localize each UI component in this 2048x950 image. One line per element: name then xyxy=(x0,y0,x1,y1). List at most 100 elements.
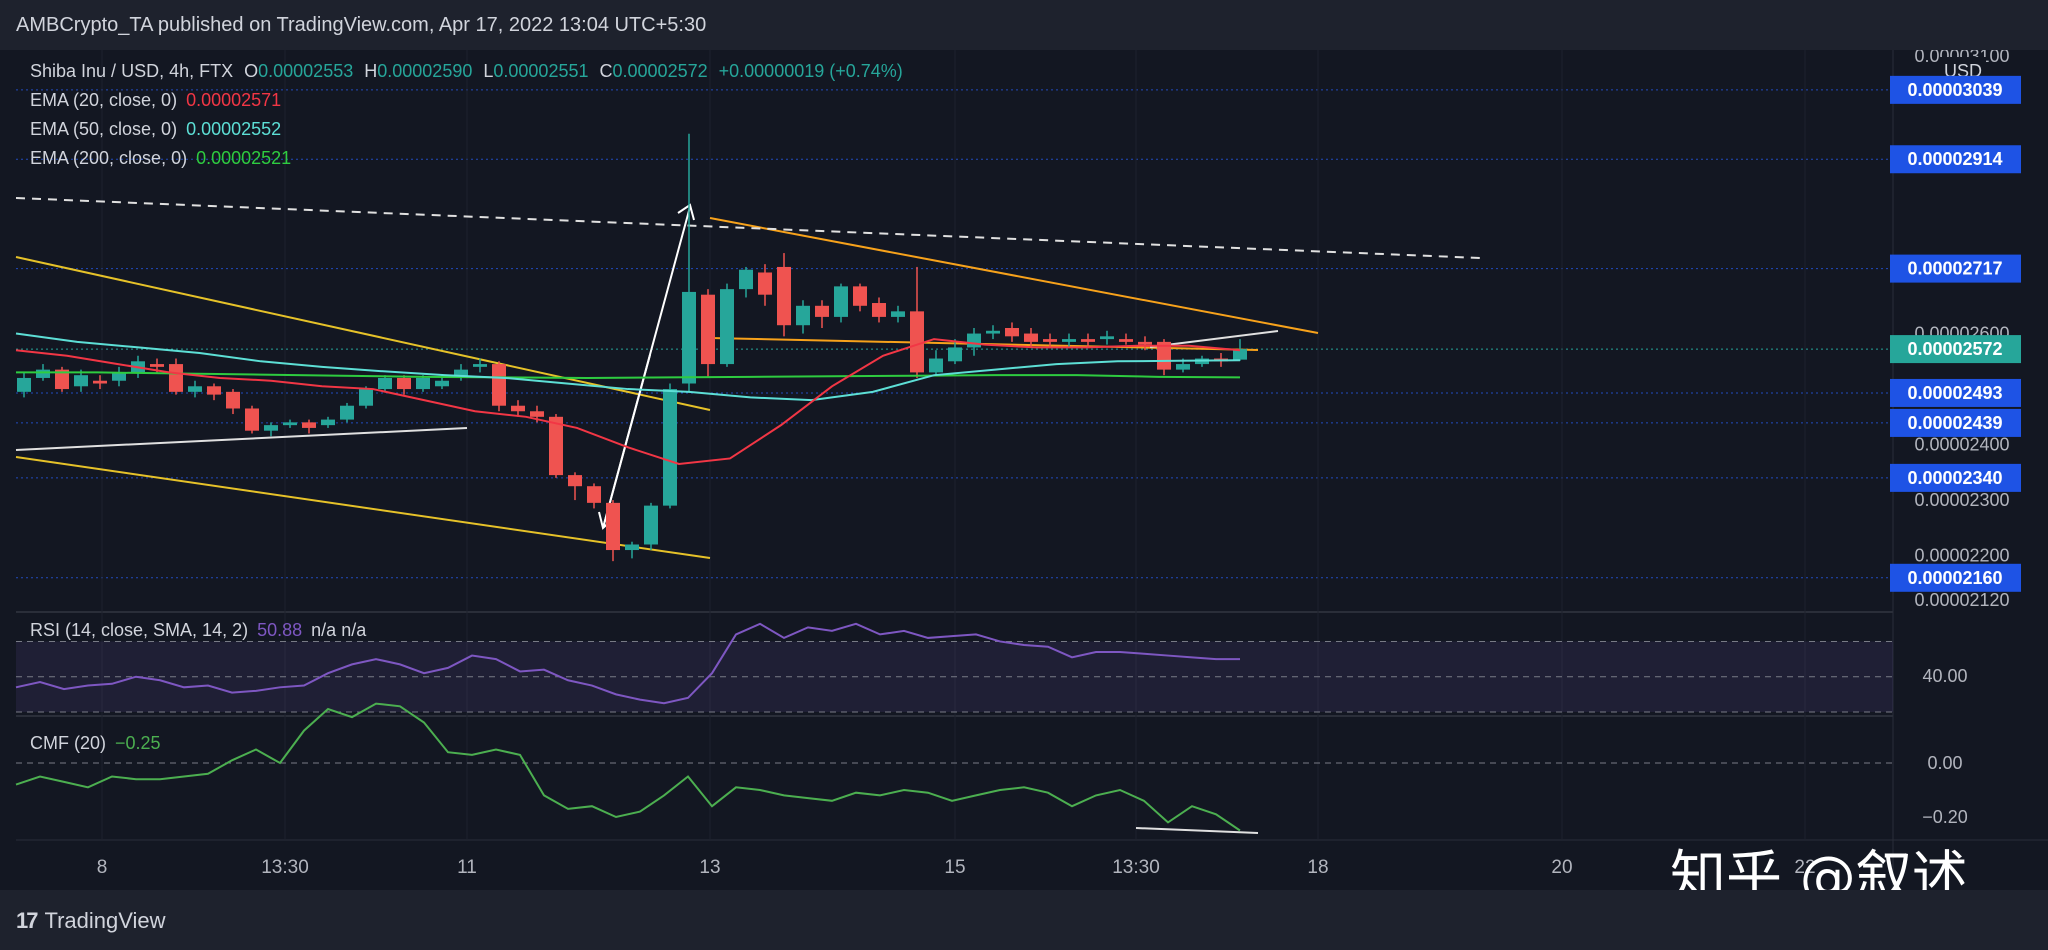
price-badge-label: 0.00002914 xyxy=(1907,149,2002,169)
candle-up xyxy=(321,419,335,426)
trendlines xyxy=(15,197,1481,834)
time-tick-label: 11 xyxy=(457,857,477,878)
rsi-extra: n/a n/a xyxy=(311,620,367,640)
rsi-tick-label: 40.00 xyxy=(1922,666,1967,686)
candle-down xyxy=(492,364,506,406)
price-badge-label: 0.00002493 xyxy=(1907,383,2002,403)
footer-bar: 17 TradingView xyxy=(0,890,2048,950)
time-tick-label: 13:30 xyxy=(261,857,309,878)
candle-up xyxy=(834,286,848,317)
time-tick-label: 8 xyxy=(97,857,108,878)
candle-up xyxy=(340,405,354,420)
close-value: 0.00002572 xyxy=(612,61,708,81)
candle-up xyxy=(359,389,373,406)
price-tick-label: 0.00002400 xyxy=(1914,435,2009,455)
candle-down xyxy=(397,377,411,390)
price-axis[interactable]: 0.000031000.000026000.000024000.00002300… xyxy=(1890,50,2021,610)
candle-down xyxy=(777,266,791,326)
candle-down xyxy=(302,422,316,428)
price-badge-label: 0.00002717 xyxy=(1907,259,2002,279)
publisher-header: AMBCrypto_TA published on TradingView.co… xyxy=(0,0,2048,50)
time-tick-label: 13 xyxy=(699,857,720,878)
arrow-head xyxy=(677,203,695,221)
rsi-label: RSI (14, close, SMA, 14, 2) xyxy=(30,620,249,640)
candle-down xyxy=(587,486,601,503)
candle-down xyxy=(910,311,924,373)
candle-up xyxy=(891,311,905,317)
price-chart[interactable]: 40.000.00−0.20 0.000031000.000026000.000… xyxy=(0,50,2048,890)
candle-up xyxy=(1100,336,1114,340)
candle-down xyxy=(872,303,886,317)
ema50-value: 0.00002552 xyxy=(186,119,282,139)
candle-down xyxy=(815,305,829,317)
cmf-tick-label: −0.20 xyxy=(1922,807,1968,827)
symbol-name: Shiba Inu / USD, 4h, FTX xyxy=(30,61,234,81)
ema50-label: EMA (50, close, 0) xyxy=(30,119,178,139)
time-tick-label: 15 xyxy=(944,857,965,878)
candle-down xyxy=(853,286,867,306)
tradingview-logo-icon: 17 xyxy=(16,908,39,933)
ema200-legend[interactable]: EMA (200, close, 0) 0.00002521 xyxy=(30,148,291,169)
candle-down xyxy=(606,502,620,551)
candle-up xyxy=(378,377,392,390)
time-tick-label: 13:30 xyxy=(1112,857,1160,878)
candle-up xyxy=(948,347,962,362)
candle-up xyxy=(74,375,88,387)
price-tick-label: 0.00002300 xyxy=(1914,490,2009,510)
chart-grid xyxy=(16,50,2048,890)
indicator-panes: 40.00 0.00 −0.20 xyxy=(15,622,1968,832)
candle-down xyxy=(226,391,240,409)
candle-up xyxy=(929,358,943,373)
ema20-line xyxy=(15,338,1241,466)
candle-down xyxy=(245,408,259,431)
candle-down xyxy=(530,411,544,417)
trendline xyxy=(15,456,711,559)
price-tick-label: 0.00002120 xyxy=(1914,590,2009,610)
candle-down xyxy=(1005,328,1019,337)
candle-down xyxy=(1138,341,1152,345)
cmf-legend[interactable]: CMF (20) −0.25 xyxy=(30,733,161,754)
cmf-line xyxy=(15,702,1241,832)
open-value: 0.00002553 xyxy=(258,61,354,81)
time-axis[interactable]: 8 13:30 11 13 15 13:30 18 20 22 xyxy=(97,857,1816,878)
price-badge-label: 0.00002439 xyxy=(1907,413,2002,433)
candle-down xyxy=(169,364,183,392)
cmf-value: −0.25 xyxy=(115,733,161,753)
ema50-legend[interactable]: EMA (50, close, 0) 0.00002552 xyxy=(30,119,281,140)
price-badge-label: 0.00002340 xyxy=(1907,468,2002,488)
ema20-value: 0.00002571 xyxy=(186,90,282,110)
candle-up xyxy=(986,330,1000,334)
trendline xyxy=(15,427,468,451)
ema200-label: EMA (200, close, 0) xyxy=(30,148,188,168)
candle-down xyxy=(568,475,582,487)
last-price-label: 0.00002572 xyxy=(1907,339,2002,359)
candle-down xyxy=(1024,333,1038,342)
tradingview-brand: TradingView xyxy=(44,908,166,933)
tradingview-logo[interactable]: 17 TradingView xyxy=(16,908,166,934)
candle-up xyxy=(435,380,449,387)
cmf-label: CMF (20) xyxy=(30,733,106,753)
candle-down xyxy=(207,386,221,395)
candle-up xyxy=(1062,339,1076,342)
publisher-text: AMBCrypto_TA published on TradingView.co… xyxy=(16,14,707,36)
candle-down xyxy=(701,294,715,365)
candle-up xyxy=(416,377,430,390)
resistance-dashed-line xyxy=(15,197,1481,259)
candle-up xyxy=(739,269,753,290)
ema200-value: 0.00002521 xyxy=(196,148,292,168)
candle-up xyxy=(1176,364,1190,370)
price-badge-label: 0.00003039 xyxy=(1907,80,2002,100)
candle-up xyxy=(264,425,278,431)
price-tick-label: 0.00002200 xyxy=(1914,546,2009,566)
symbol-legend[interactable]: Shiba Inu / USD, 4h, FTX O0.00002553 H0.… xyxy=(30,61,903,82)
high-value: 0.00002590 xyxy=(377,61,473,81)
rsi-legend[interactable]: RSI (14, close, SMA, 14, 2) 50.88 n/a n/… xyxy=(30,620,366,641)
candle-up xyxy=(682,291,696,384)
low-value: 0.00002551 xyxy=(493,61,589,81)
candle-up xyxy=(625,544,639,551)
ema20-legend[interactable]: EMA (20, close, 0) 0.00002571 xyxy=(30,90,281,111)
ema20-label: EMA (20, close, 0) xyxy=(30,90,178,110)
candle-up xyxy=(17,377,31,392)
close-label: C xyxy=(599,61,613,81)
candle-down xyxy=(549,416,563,476)
